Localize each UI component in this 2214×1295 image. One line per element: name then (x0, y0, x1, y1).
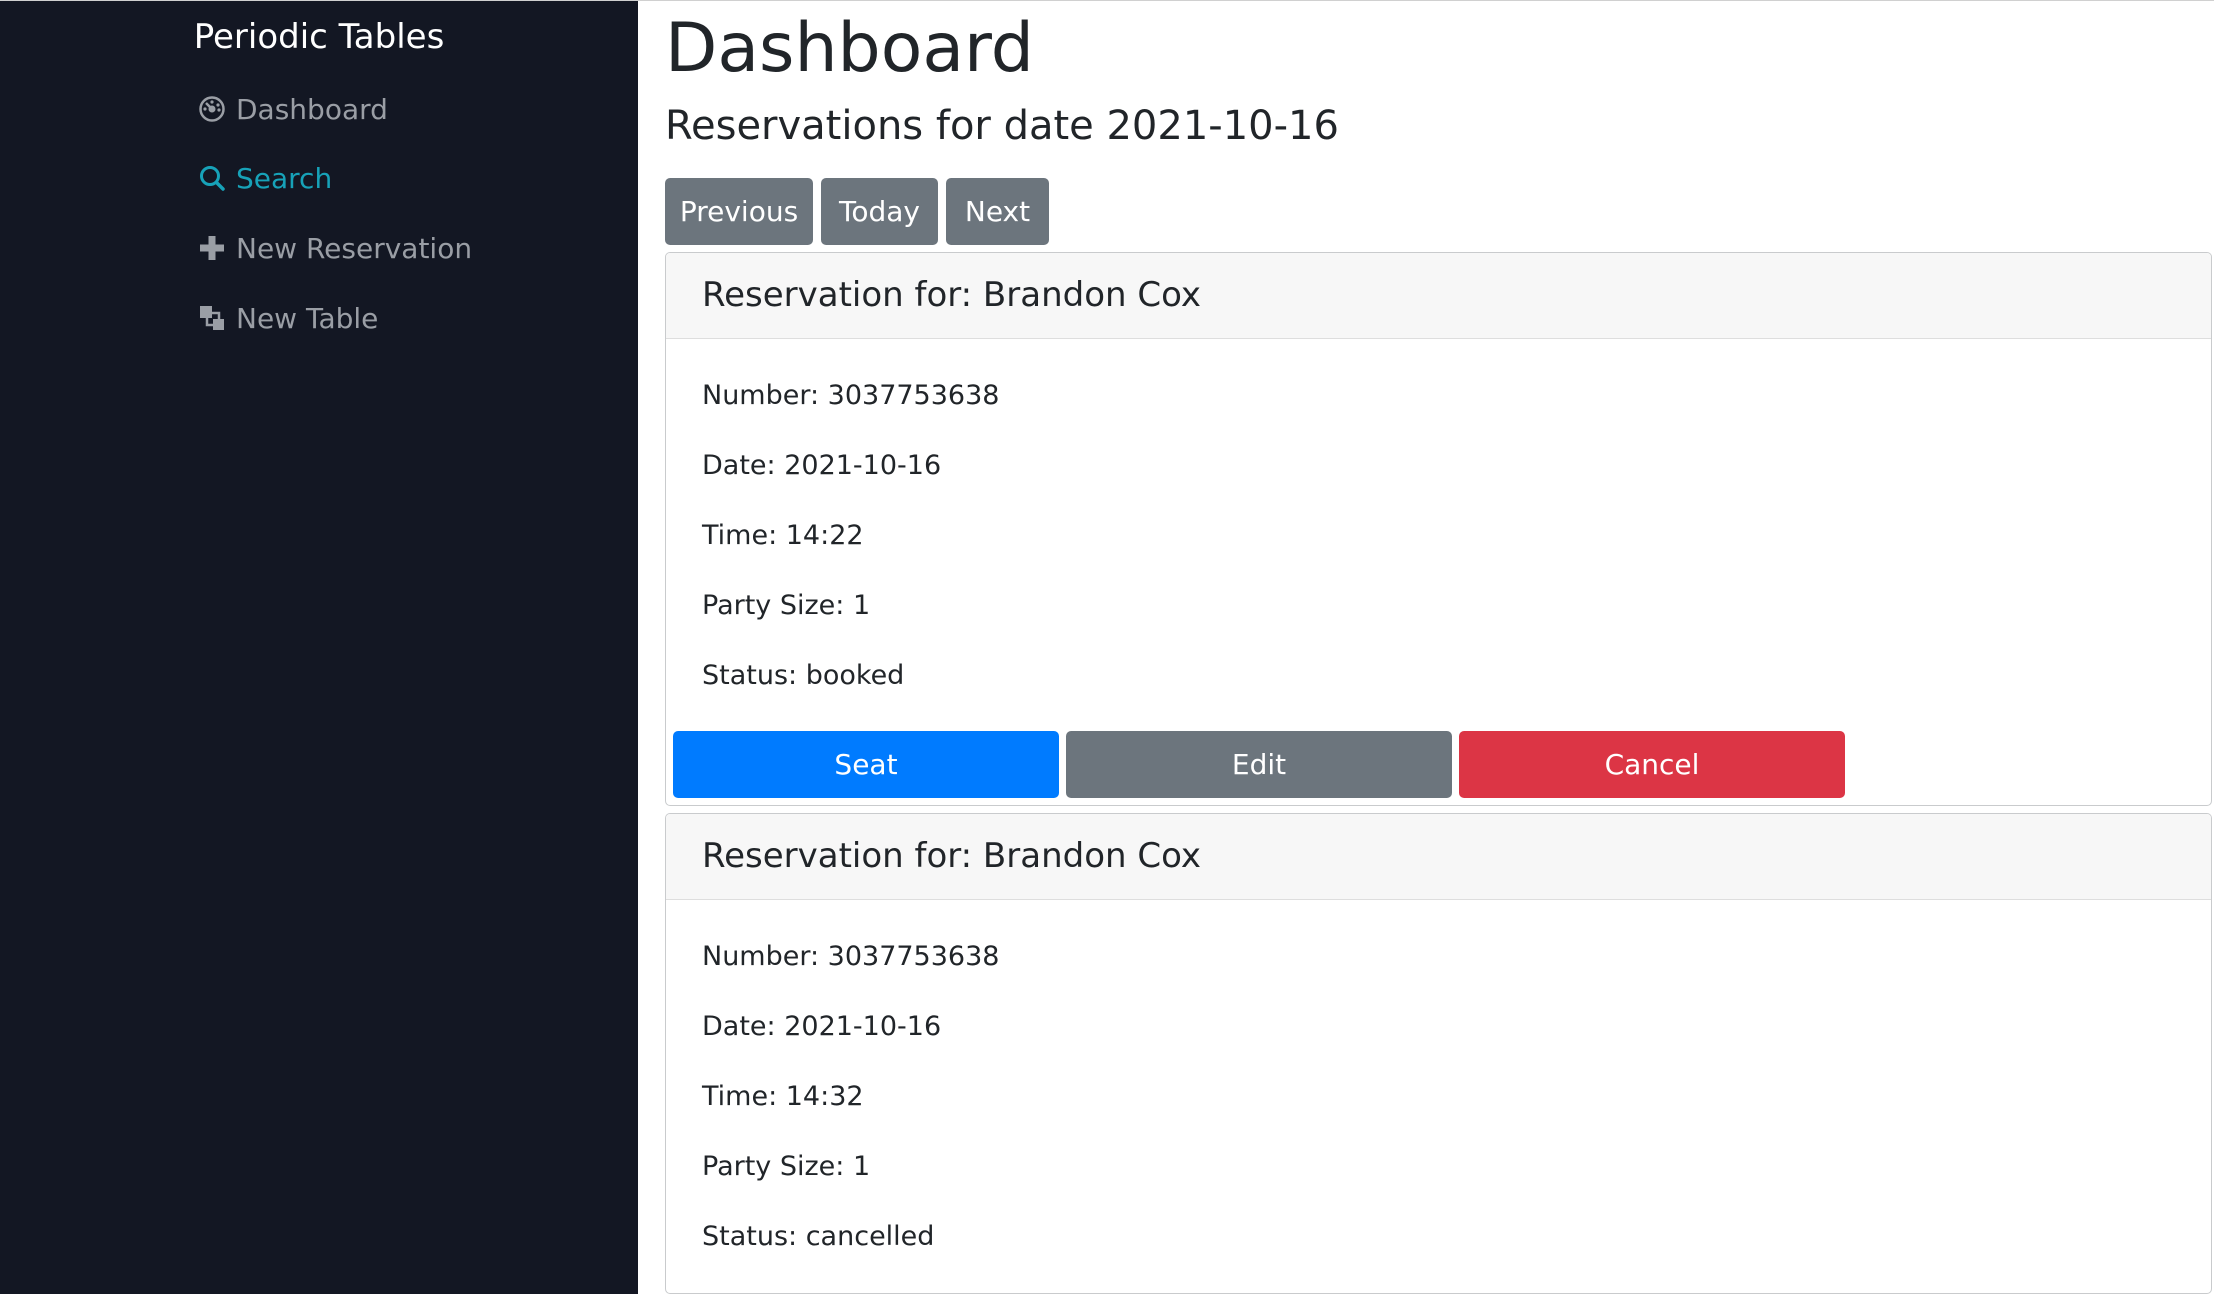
sidebar-item-label: Dashboard (236, 92, 388, 126)
reservation-card: Reservation for: Brandon Cox Number: 303… (665, 813, 2212, 1294)
sidebar-item-label: Search (236, 161, 333, 195)
reservation-status: Status: cancelled (702, 1221, 935, 1252)
main-content: Dashboard Reservations for date 2021-10-… (665, 1, 2214, 1294)
reservation-date: Date: 2021-10-16 (702, 1011, 942, 1042)
card-header: Reservation for: Brandon Cox (666, 814, 2211, 900)
sidebar-item-search[interactable]: Search (196, 158, 332, 198)
reservation-time: Time: 14:22 (702, 520, 864, 551)
plus-icon (196, 232, 228, 264)
dashboard-icon (196, 93, 228, 125)
edit-button[interactable]: Edit (1066, 731, 1452, 798)
table-icon (196, 302, 228, 334)
reservation-status: Status: booked (702, 660, 905, 691)
card-header: Reservation for: Brandon Cox (666, 253, 2211, 339)
next-button[interactable]: Next (946, 178, 1049, 245)
brand-title[interactable]: Periodic Tables (0, 15, 638, 59)
cancel-button[interactable]: Cancel (1459, 731, 1845, 798)
reservation-name: Reservation for: Brandon Cox (702, 275, 1201, 315)
reservation-party-size: Party Size: 1 (702, 1151, 871, 1182)
reservation-number: Number: 3037753638 (702, 941, 1000, 972)
sidebar-item-new-reservation[interactable]: New Reservation (196, 228, 472, 268)
sidebar-item-new-table[interactable]: New Table (196, 298, 378, 338)
reservation-time: Time: 14:32 (702, 1081, 864, 1112)
reservation-date: Date: 2021-10-16 (702, 450, 942, 481)
today-button[interactable]: Today (821, 178, 938, 245)
sidebar-item-label: New Reservation (236, 231, 473, 265)
reservation-card: Reservation for: Brandon Cox Number: 303… (665, 252, 2212, 806)
search-icon (196, 162, 228, 194)
reservation-number: Number: 3037753638 (702, 380, 1000, 411)
app-root: Periodic Tables Dashboard Search New Res… (0, 0, 2214, 1295)
reservation-party-size: Party Size: 1 (702, 590, 871, 621)
page-title: Dashboard (665, 9, 1034, 88)
sidebar-item-dashboard[interactable]: Dashboard (196, 89, 388, 129)
reservations-date-heading: Reservations for date 2021-10-16 (665, 103, 1339, 149)
seat-button[interactable]: Seat (673, 731, 1059, 798)
reservation-name: Reservation for: Brandon Cox (702, 836, 1201, 876)
sidebar-item-label: New Table (236, 301, 379, 335)
previous-button[interactable]: Previous (665, 178, 813, 245)
sidebar: Periodic Tables Dashboard Search New Res… (0, 1, 638, 1294)
